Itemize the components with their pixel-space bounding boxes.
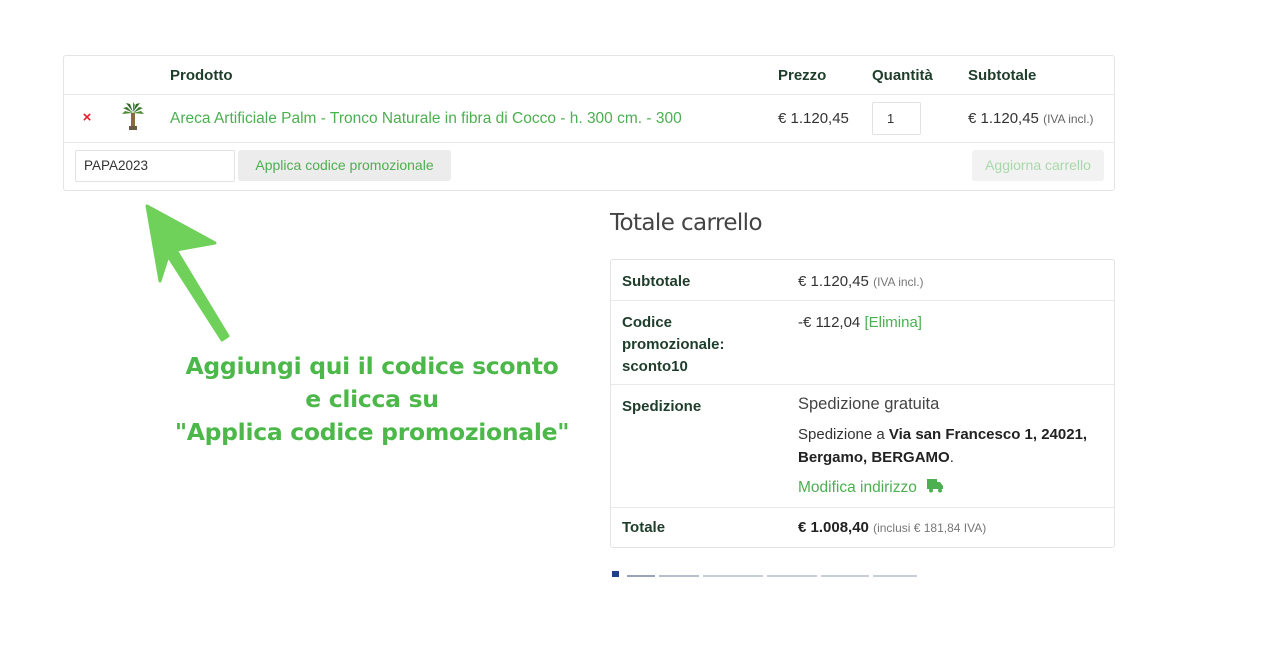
product-link[interactable]: Areca Artificiale Palm - Tronco Naturale… bbox=[170, 110, 682, 128]
item-subtotal-value: € 1.120,45 bbox=[968, 110, 1039, 127]
subtotal-value-wrap: € 1.120,45 (IVA incl.) bbox=[798, 271, 924, 293]
header-quantity: Quantità bbox=[872, 67, 933, 84]
shipping-dest-prefix: Spedizione a bbox=[798, 426, 885, 443]
coupon-label-line1: Codice bbox=[622, 314, 673, 331]
cart-table: Prodotto Prezzo Quantità Subtotale × Are… bbox=[63, 55, 1115, 191]
annotation-line-1: Aggiungi qui il codice sconto bbox=[185, 352, 559, 380]
annotation-arrow-icon bbox=[145, 204, 230, 342]
coupon-label-line2: promozionale: bbox=[622, 336, 725, 353]
cart-actions-row: PAPA2023 Applica codice promozionale Agg… bbox=[64, 143, 1114, 191]
annotation-line-3: "Applica codice promozionale" bbox=[174, 418, 570, 446]
modify-address-link[interactable]: Modifica indirizzo bbox=[798, 479, 944, 497]
item-subtotal: € 1.120,45 (IVA incl.) bbox=[968, 110, 1094, 127]
total-tax-note: (inclusi € 181,84 IVA) bbox=[873, 521, 987, 535]
remove-item-icon[interactable]: × bbox=[80, 110, 94, 125]
coupon-discount-value: -€ 112,04 bbox=[798, 314, 861, 331]
header-product: Prodotto bbox=[170, 67, 233, 84]
totals-shipping-row: Spedizione Spedizione gratuita Spedizion… bbox=[611, 385, 1114, 508]
coupon-label: Codice promozionale: sconto10 bbox=[622, 312, 725, 378]
item-tax-note: (IVA incl.) bbox=[1043, 112, 1094, 126]
quantity-input[interactable]: 1 bbox=[872, 102, 921, 135]
coupon-value-wrap: -€ 112,04 [Elimina] bbox=[798, 312, 922, 334]
header-subtotal: Subtotale bbox=[968, 67, 1037, 84]
shipping-label: Spedizione bbox=[622, 398, 702, 415]
cart-table-header: Prodotto Prezzo Quantità Subtotale bbox=[64, 56, 1114, 95]
cart-totals-title: Totale carrello bbox=[610, 210, 763, 236]
modify-address-label: Modifica indirizzo bbox=[798, 479, 917, 496]
totals-total-row: Totale € 1.008,40 (inclusi € 181,84 IVA) bbox=[611, 508, 1114, 548]
annotation-line-2: e clicca su bbox=[305, 385, 439, 413]
annotation-text: Aggiungi qui il codice sconto e clicca s… bbox=[172, 350, 572, 449]
subtotal-label: Subtotale bbox=[622, 273, 691, 290]
total-value: € 1.008,40 bbox=[798, 519, 869, 536]
shipping-method: Spedizione gratuita bbox=[798, 395, 940, 413]
shipping-destination: Spedizione a Via san Francesco 1, 24021,… bbox=[798, 423, 1098, 469]
cart-item-row: × Areca Artificiale Palm - Tronco Natura… bbox=[64, 95, 1114, 143]
update-cart-button[interactable]: Aggiorna carrello bbox=[972, 150, 1104, 181]
paypal-message-strip bbox=[611, 567, 931, 577]
header-price: Prezzo bbox=[778, 67, 827, 84]
shipping-dest-suffix: . bbox=[949, 449, 954, 466]
coupon-code-input[interactable]: PAPA2023 bbox=[75, 150, 235, 182]
total-label: Totale bbox=[622, 519, 666, 536]
totals-coupon-row: Codice promozionale: sconto10 -€ 112,04 … bbox=[611, 301, 1114, 385]
apply-coupon-button[interactable]: Applica codice promozionale bbox=[238, 150, 451, 181]
truck-icon bbox=[927, 479, 944, 493]
item-price: € 1.120,45 bbox=[778, 110, 849, 127]
subtotal-value: € 1.120,45 bbox=[798, 273, 869, 290]
subtotal-tax-note: (IVA incl.) bbox=[873, 275, 924, 289]
cart-totals-table: Subtotale € 1.120,45 (IVA incl.) Codice … bbox=[610, 259, 1115, 548]
totals-subtotal-row: Subtotale € 1.120,45 (IVA incl.) bbox=[611, 260, 1114, 301]
remove-coupon-link[interactable]: [Elimina] bbox=[864, 314, 922, 331]
palm-tree-icon[interactable] bbox=[120, 101, 146, 131]
coupon-label-line3: sconto10 bbox=[622, 358, 688, 375]
total-value-wrap: € 1.008,40 (inclusi € 181,84 IVA) bbox=[798, 517, 986, 539]
